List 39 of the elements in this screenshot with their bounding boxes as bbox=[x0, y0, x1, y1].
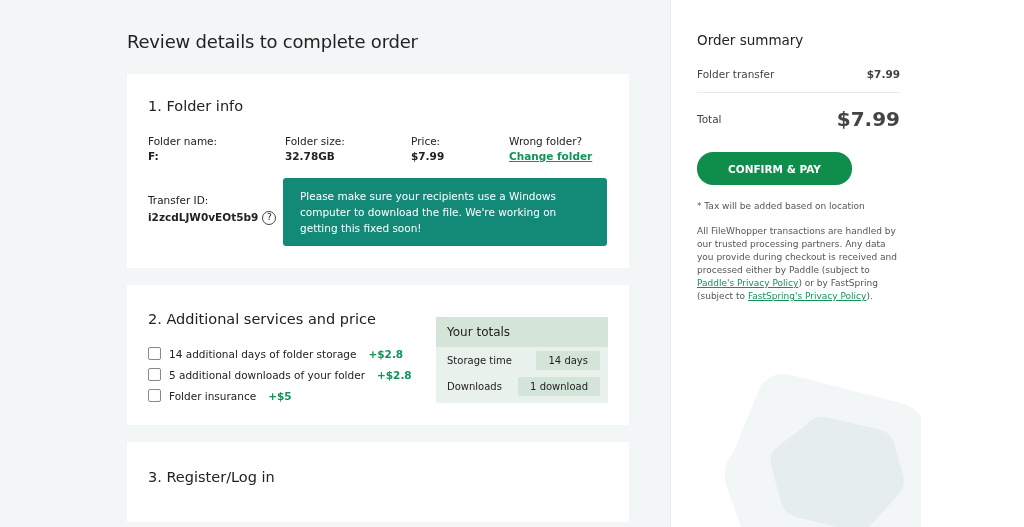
option-price: +$2.8 bbox=[368, 347, 404, 360]
disclaimer-text: All FileWhopper transactions are handled by our trusted processing partners. Any data you provide during checkout is received and processed either by Paddle (subject to Paddle's Privacy Policy) or by FastSpring (subject to FastSpring's Privacy Policy). bbox=[697, 225, 899, 303]
totals-label: Downloads bbox=[447, 381, 502, 392]
totals-label: Storage time bbox=[447, 355, 512, 366]
option-label: 5 additional downloads of your folder bbox=[169, 368, 365, 381]
privacy-policy-link[interactable]: FastSpring's Privacy Policy bbox=[747, 291, 867, 301]
option-price: +$5 bbox=[268, 389, 292, 402]
section-title: 3. Register/Log in bbox=[148, 469, 276, 485]
checkbox[interactable] bbox=[148, 347, 161, 360]
totals-value: 1 download bbox=[518, 377, 600, 396]
option-price: +$2.8 bbox=[376, 368, 412, 381]
field-label: Wrong folder? bbox=[509, 134, 584, 149]
confirm-pay-button[interactable]: CONFIRM & PAY bbox=[697, 152, 852, 185]
field-value: 32.78GB bbox=[285, 149, 336, 164]
total-label: Total bbox=[697, 113, 722, 125]
privacy-policy-link[interactable]: Paddle's Privacy Policy bbox=[697, 278, 799, 288]
section-title: 1. Folder info bbox=[148, 98, 245, 114]
field-value: $7.99 bbox=[411, 149, 446, 164]
summary-value: $7.99 bbox=[866, 68, 900, 80]
summary-title: Order summary bbox=[697, 32, 805, 48]
summary-label: Folder transfer bbox=[697, 68, 775, 80]
page-title: Review details to complete order bbox=[127, 31, 419, 52]
change-folder-link[interactable]: Change folder bbox=[509, 149, 593, 164]
field-label: Transfer ID: bbox=[148, 193, 210, 208]
transfer-id-value: i2zcdLJW0vEOt5b9 bbox=[148, 210, 259, 225]
checkbox[interactable] bbox=[148, 389, 161, 402]
totals-title: Your totals bbox=[436, 317, 608, 347]
totals-value: 14 days bbox=[536, 351, 600, 370]
option-label: Folder insurance bbox=[169, 389, 257, 402]
checkbox[interactable] bbox=[148, 368, 161, 381]
field-label: Folder size: bbox=[285, 134, 346, 149]
notice-banner: Please make sure your recipients use a Windows computer to download the file. We're working on getting this fixed soon! bbox=[283, 178, 607, 246]
tax-note: * Tax will be added based on location bbox=[697, 201, 866, 211]
option-label: 14 additional days of folder storage bbox=[169, 347, 357, 360]
field-label: Folder name: bbox=[148, 134, 219, 149]
total-value: $7.99 bbox=[836, 107, 900, 131]
field-value: F: bbox=[148, 149, 160, 164]
field-label: Price: bbox=[411, 134, 442, 149]
section-title: 2. Additional services and price bbox=[148, 311, 377, 327]
